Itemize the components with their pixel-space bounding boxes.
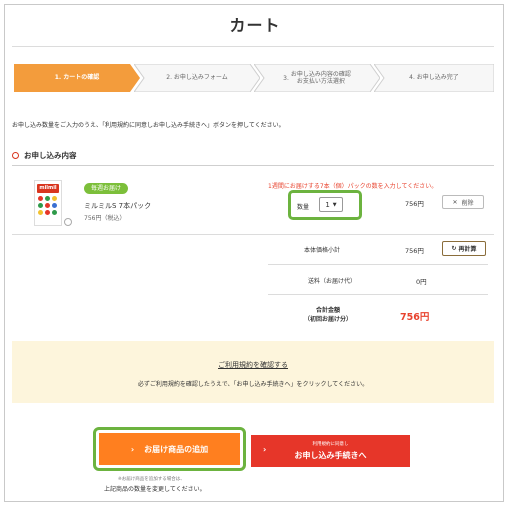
add-note-line2: 上記商品の数量を変更してください。 [104,486,206,493]
proceed-small-label: 利用規約に同意し [312,442,349,447]
total-label-line2: （初回お届け分） [303,316,352,323]
total-value: 756円 [400,312,430,323]
step-number: 3. [283,74,289,82]
summary-divider [268,264,488,265]
section-heading: お申し込み内容 [12,150,77,161]
delete-label: 削除 [461,199,474,207]
step-complete: 4. お申し込み完了 [374,64,494,92]
step-cart: 1. カートの確認 [14,64,140,92]
recalc-label: 再計算 [458,246,477,253]
quantity-value: 1 [325,200,330,209]
total-label-line1: 合計金額 [315,307,340,314]
quantity-label: 数量 [297,204,310,211]
step-label-lines: お申し込み内容の確認 お支払い方法選択 [291,71,351,86]
subtotal-value: 756円 [405,247,424,255]
shipping-label: 送料（お届け代） [308,278,357,285]
unit-price: 756円 [405,200,424,208]
quantity-highlight: 数量 1 ▼ [288,190,362,220]
recalc-button[interactable]: ↻ 再計算 [442,241,486,256]
terms-note: 必ずご利用規約を確認したうえで、「お申し込み手続きへ」をクリックしてください。 [137,381,369,388]
add-button-highlight: › お届け商品の追加 [93,427,246,471]
chevron-down-icon: ▼ [332,201,337,208]
x-icon: ✕ [452,198,458,206]
refresh-icon: ↻ [451,245,457,252]
checkout-steps: 1. カートの確認 2. お申し込みフォーム 3. お申し込み内容の確認 お支払い… [14,64,494,92]
summary-divider [268,294,488,295]
step-label: 2. お申し込みフォーム [166,74,228,82]
step-label: 3. お申し込み内容の確認 お支払い方法選択 [283,71,351,86]
add-product-button[interactable]: › お届け商品の追加 [99,433,240,465]
step-label: 4. お申し込み完了 [409,74,459,82]
product-image: milmil [34,180,62,226]
add-product-label: お届け商品の追加 [144,444,209,454]
step-label: 1. カートの確認 [54,74,100,82]
quantity-select[interactable]: 1 ▼ [319,197,343,212]
delete-button[interactable]: ✕ 削除 [442,195,484,209]
quantity-instruction: 1週間にお届けする7本（個）パックの数を入力してください。 [268,183,438,190]
recycle-icon [64,218,72,226]
product-brand-logo: milmil [37,184,59,193]
proceed-main-label: お申し込み手続きへ [294,451,367,460]
section-divider [12,165,494,166]
terms-link[interactable]: ご利用規約を確認する [12,360,494,370]
page-title: カート [229,16,281,35]
section-heading-label: お申し込み内容 [24,151,77,160]
add-note-line1: ※お届け商品を追加する場合は、 [118,477,185,482]
step-confirm: 3. お申し込み内容の確認 お支払い方法選択 [254,64,380,92]
circle-marker-icon [12,152,19,159]
subtotal-label: 本体価格小計 [304,247,341,254]
proceed-button[interactable]: › 利用規約に同意し お申し込み手続きへ [251,435,410,467]
title-divider [12,46,494,47]
step-form: 2. お申し込みフォーム [134,64,260,92]
step-label-line2: お支払い方法選択 [296,78,345,85]
step-label-line1: お申し込み内容の確認 [290,70,351,78]
notice-text: お申し込み数量をご入力のうえ、「利用規約に同意しお申し込み手続きへ」ボタンを押し… [12,122,285,129]
total-label: 合計金額 （初回お届け分） [298,305,358,323]
chevron-right-icon: › [130,444,135,454]
delivery-tag: 毎週お届け [84,183,129,194]
item-divider [12,234,494,235]
terms-box: ご利用規約を確認する 必ずご利用規約を確認したうえで、「お申し込み手続きへ」をク… [12,341,494,403]
product-name: ミルミルS 7本パック [84,202,152,210]
shipping-value: 0円 [416,278,427,286]
product-price: 756円（税込） [84,215,126,222]
product-package-pattern [38,196,60,215]
